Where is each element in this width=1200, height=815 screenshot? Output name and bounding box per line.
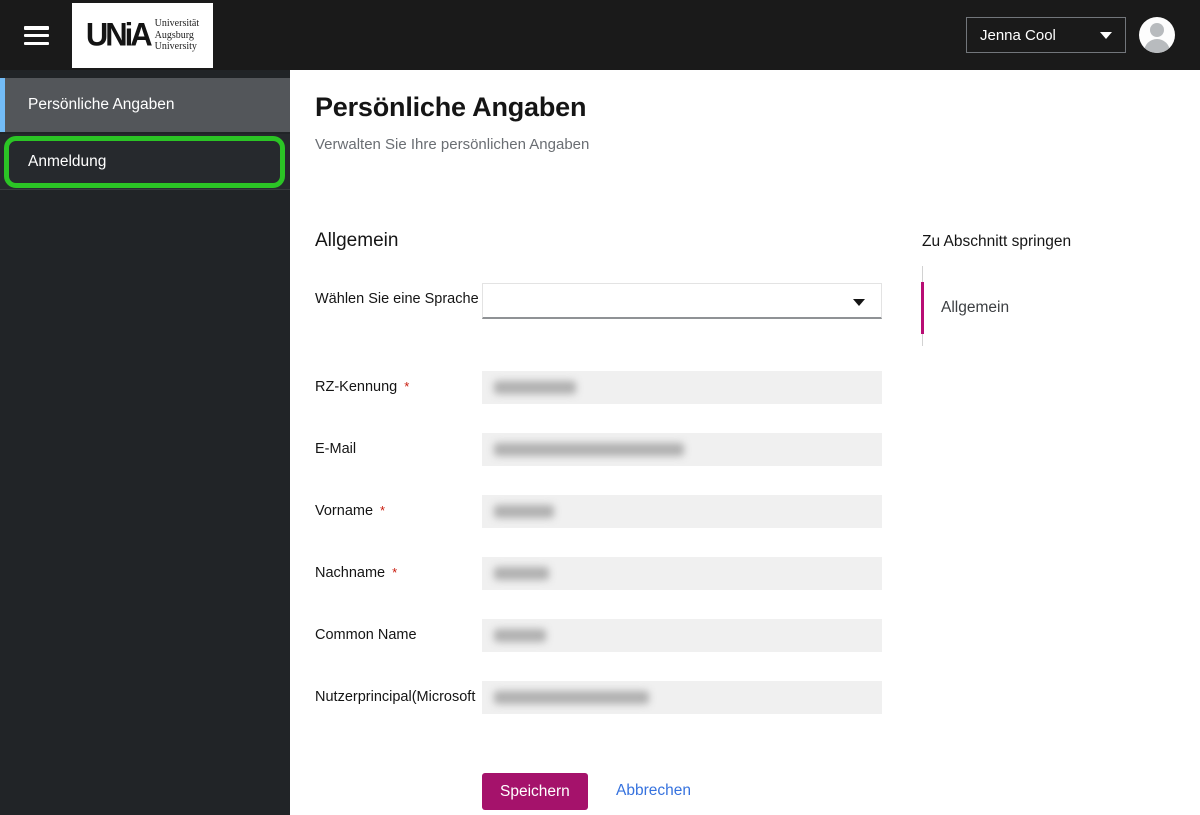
sidebar-item-anmeldung[interactable]: Anmeldung [0, 134, 290, 190]
required-asterisk: * [380, 503, 386, 518]
nachname-input [482, 557, 882, 590]
avatar[interactable] [1139, 17, 1175, 53]
page-title: Persönliche Angaben [315, 92, 587, 122]
email-input [482, 433, 882, 466]
rz-kennung-input [482, 371, 882, 404]
hamburger-menu-icon[interactable] [24, 26, 49, 45]
required-asterisk: * [404, 379, 410, 394]
sidebar-item-label: Anmeldung [28, 152, 107, 170]
vorname-input [482, 495, 882, 528]
jump-nav-heading: Zu Abschnitt springen [922, 233, 1072, 250]
sidebar-item-persoenliche-angaben[interactable]: Persönliche Angaben [0, 78, 290, 132]
sidebar: Persönliche Angaben Anmeldung [0, 70, 290, 815]
field-label-sprache: Wählen Sie eine Sprache [315, 291, 479, 307]
field-label-rz-kennung: RZ-Kennung * [315, 379, 410, 395]
redacted-value [494, 629, 546, 642]
main-content: Persönliche Angaben Verwalten Sie Ihre p… [290, 70, 1200, 815]
cancel-link[interactable]: Abbrechen [616, 782, 691, 800]
redacted-value [494, 381, 576, 394]
common-name-input [482, 619, 882, 652]
jump-link-allgemein[interactable]: Allgemein [921, 282, 1029, 334]
page-subtitle: Verwalten Sie Ihre persönlichen Angaben [315, 136, 590, 153]
university-logo-text: Universität Augsburg University [154, 18, 200, 53]
field-label-common-name: Common Name [315, 627, 417, 643]
avatar-person-icon [1150, 23, 1164, 37]
unia-logo-mark: UNiA [85, 16, 153, 53]
required-asterisk: * [392, 565, 398, 580]
redacted-value [494, 443, 684, 456]
redacted-value [494, 567, 549, 580]
field-label-nutzerprincipal: Nutzerprincipal(Microsoft [315, 689, 476, 705]
field-label-email: E-Mail [315, 441, 357, 457]
redacted-value [494, 691, 649, 704]
jump-nav: Allgemein [921, 266, 1029, 346]
save-button[interactable]: Speichern [482, 773, 588, 810]
nutzerprincipal-input [482, 681, 882, 714]
language-select[interactable] [482, 283, 882, 319]
university-logo[interactable]: UNiA Universität Augsburg University [72, 3, 213, 68]
user-name: Jenna Cool [980, 26, 1056, 44]
section-title: Allgemein [315, 230, 399, 251]
chevron-down-icon [1100, 31, 1112, 39]
chevron-down-icon [853, 299, 865, 306]
field-label-nachname: Nachname * [315, 565, 398, 581]
field-label-vorname: Vorname * [315, 503, 386, 519]
topbar: UNiA Universität Augsburg University Jen… [0, 0, 1200, 70]
sidebar-item-label: Persönliche Angaben [28, 96, 175, 113]
user-dropdown[interactable]: Jenna Cool [966, 17, 1126, 53]
redacted-value [494, 505, 554, 518]
